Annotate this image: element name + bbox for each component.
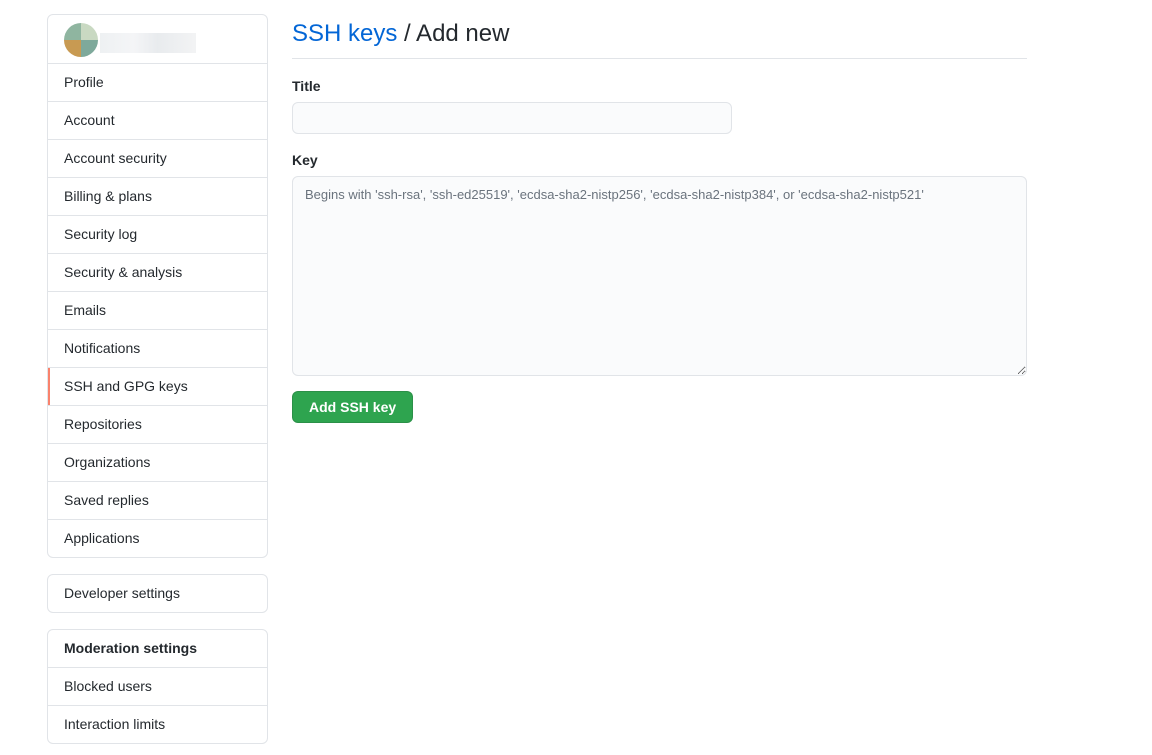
user-header[interactable] [48,15,267,64]
sidebar-item-ssh-gpg-keys[interactable]: SSH and GPG keys [48,368,267,406]
avatar[interactable] [64,23,98,57]
add-ssh-key-button[interactable]: Add SSH key [292,391,414,423]
key-textarea[interactable] [292,176,1027,376]
sidebar-item-notifications[interactable]: Notifications [48,330,267,368]
sidebar-item-interaction-limits[interactable]: Interaction limits [48,706,267,743]
main-content: SSH keys / Add new Title Key Add SSH key [292,14,1027,423]
sidebar-item-account[interactable]: Account [48,102,267,140]
sidebar-item-blocked-users[interactable]: Blocked users [48,668,267,706]
title-label: Title [292,78,321,94]
sidebar-item-applications[interactable]: Applications [48,520,267,557]
moderation-heading: Moderation settings [48,630,267,668]
sidebar-item-organizations[interactable]: Organizations [48,444,267,482]
title-input[interactable] [292,102,732,134]
sidebar-item-repositories[interactable]: Repositories [48,406,267,444]
username-redacted [100,33,196,53]
moderation-menu: Moderation settings Blocked users Intera… [47,629,268,744]
sidebar-item-security-analysis[interactable]: Security & analysis [48,254,267,292]
settings-menu: Profile Account Account security Billing… [47,14,268,558]
sidebar-item-developer-settings[interactable]: Developer settings [48,575,267,612]
sidebar-item-security-log[interactable]: Security log [48,216,267,254]
key-label: Key [292,152,318,168]
developer-menu: Developer settings [47,574,268,613]
sidebar-item-saved-replies[interactable]: Saved replies [48,482,267,520]
sidebar-item-account-security[interactable]: Account security [48,140,267,178]
sidebar-item-billing[interactable]: Billing & plans [48,178,267,216]
sidebar-item-emails[interactable]: Emails [48,292,267,330]
breadcrumb-ssh-keys-link[interactable]: SSH keys [292,20,397,47]
sidebar-item-profile[interactable]: Profile [48,64,267,102]
page-title: SSH keys / Add new [292,14,1027,59]
breadcrumb-current: / Add new [397,20,510,47]
